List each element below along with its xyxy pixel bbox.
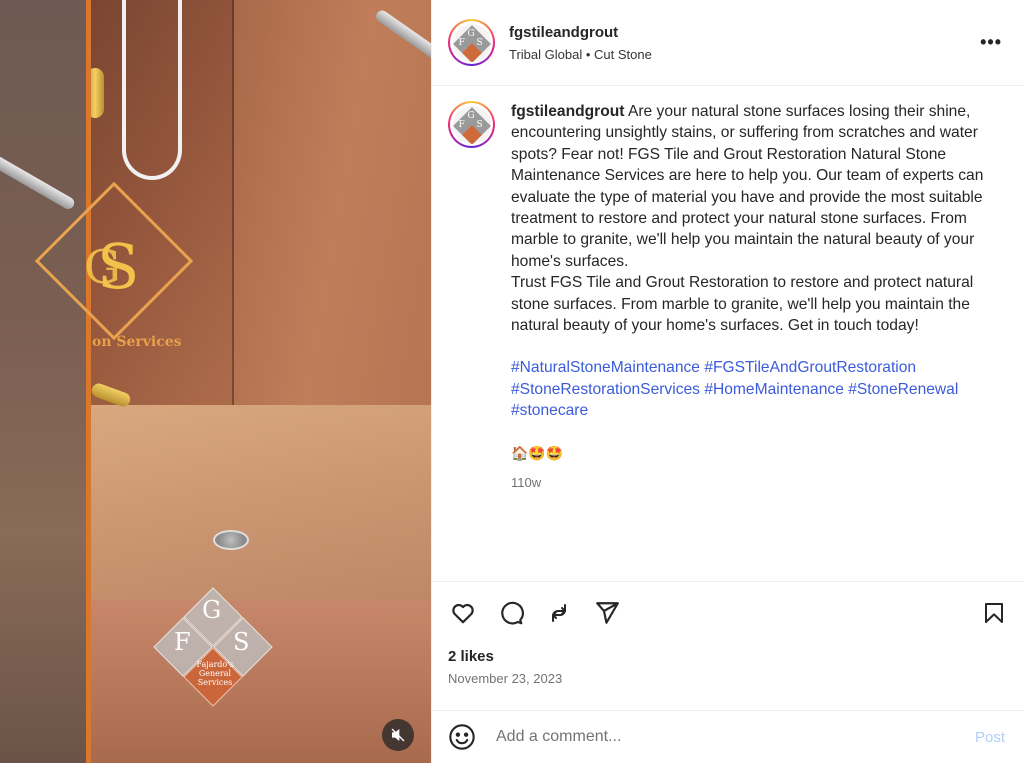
share-icon — [552, 604, 566, 622]
caption-section: G F S fgstileandgrout Are your natural s… — [432, 87, 1024, 580]
hashtag-link[interactable]: #HomeMaintenance — [704, 381, 844, 398]
send-icon — [596, 602, 619, 624]
header-text: fgstileandgrout Tribal Global • Cut Ston… — [509, 24, 980, 62]
avatar-logo: G F S — [452, 105, 491, 144]
caption-avatar[interactable]: G F S — [448, 101, 495, 148]
avatar-letter-s: S — [476, 119, 483, 130]
brand-watermark: G F S Fajardo's General Services — [153, 587, 273, 707]
emoji-icon — [449, 724, 475, 750]
caption-emojis: 🏠🤩🤩 — [511, 444, 564, 461]
post-time-ago[interactable]: 110w — [511, 472, 991, 493]
avatar-letter-s: S — [476, 37, 483, 48]
hashtag-link[interactable]: #stonecare — [511, 402, 588, 419]
avatar-logo: G F S — [452, 23, 491, 62]
save-button[interactable] — [979, 598, 1009, 628]
post-date: November 23, 2023 — [448, 671, 563, 686]
heart-icon — [452, 604, 474, 624]
post-header: G F S fgstileandgrout Tribal Global • Cu… — [432, 0, 1024, 86]
caption-text: Are your natural stone surfaces losing t… — [511, 103, 984, 335]
left-wall — [0, 0, 88, 763]
mute-icon — [391, 728, 405, 742]
avatar-letter-f: F — [458, 37, 465, 48]
caption-body: fgstileandgrout Are your natural stone s… — [511, 101, 991, 566]
sign-letter-s: S — [97, 230, 140, 303]
post-comment-button[interactable]: Post — [975, 729, 1005, 746]
caption-username[interactable]: fgstileandgrout — [511, 103, 624, 120]
share-button[interactable] — [544, 598, 574, 628]
emoji-button[interactable] — [448, 723, 476, 751]
hashtag-link[interactable]: #NaturalStoneMaintenance — [511, 359, 700, 376]
hashtag-link[interactable]: #StoneRestorationServices — [511, 381, 700, 398]
comment-button[interactable] — [496, 598, 526, 628]
watermark-letter-f: F — [174, 628, 191, 656]
more-icon: ••• — [980, 32, 1002, 52]
bookmark-icon — [985, 603, 1003, 623]
more-options-button[interactable]: ••• — [980, 32, 1002, 53]
watermark-subtitle: Fajardo's General Services — [196, 660, 234, 687]
hashtag-list: #NaturalStoneMaintenance #FGSTileAndGrou… — [511, 357, 991, 421]
hashtag-link[interactable]: #FGSTileAndGroutRestoration — [704, 359, 916, 376]
comment-bar: Post — [432, 710, 1024, 763]
post-media[interactable]: G S on Services G F S Fajardo's General … — [0, 0, 431, 763]
glass-door-edge — [86, 0, 91, 763]
send-button[interactable] — [592, 598, 622, 628]
caption-text-block: fgstileandgrout Are your natural stone s… — [511, 101, 991, 336]
comment-icon — [501, 601, 524, 625]
comment-input[interactable] — [496, 728, 975, 746]
floor-drain — [213, 530, 249, 550]
like-button[interactable] — [448, 598, 478, 628]
avatar[interactable]: G F S — [448, 19, 495, 66]
watermark-letter-s: S — [233, 628, 250, 656]
action-bar — [448, 598, 1009, 628]
header-username[interactable]: fgstileandgrout — [509, 24, 980, 41]
shower-hose — [122, 0, 182, 180]
wall-corner — [232, 0, 234, 410]
avatar-letter-f: F — [458, 119, 465, 130]
sign-services-text: on Services — [92, 334, 182, 350]
watermark-letter-g: G — [202, 596, 222, 624]
avatar-letter-g: G — [467, 110, 475, 121]
mute-button[interactable] — [382, 719, 414, 751]
hashtag-link[interactable]: #StoneRenewal — [848, 381, 958, 398]
avatar-letter-g: G — [467, 28, 475, 39]
post-actions: 2 likes November 23, 2023 — [432, 581, 1024, 686]
likes-count[interactable]: 2 likes — [448, 648, 1009, 665]
post-panel: G F S fgstileandgrout Tribal Global • Cu… — [431, 0, 1024, 763]
header-location[interactable]: Tribal Global • Cut Stone — [509, 47, 980, 62]
